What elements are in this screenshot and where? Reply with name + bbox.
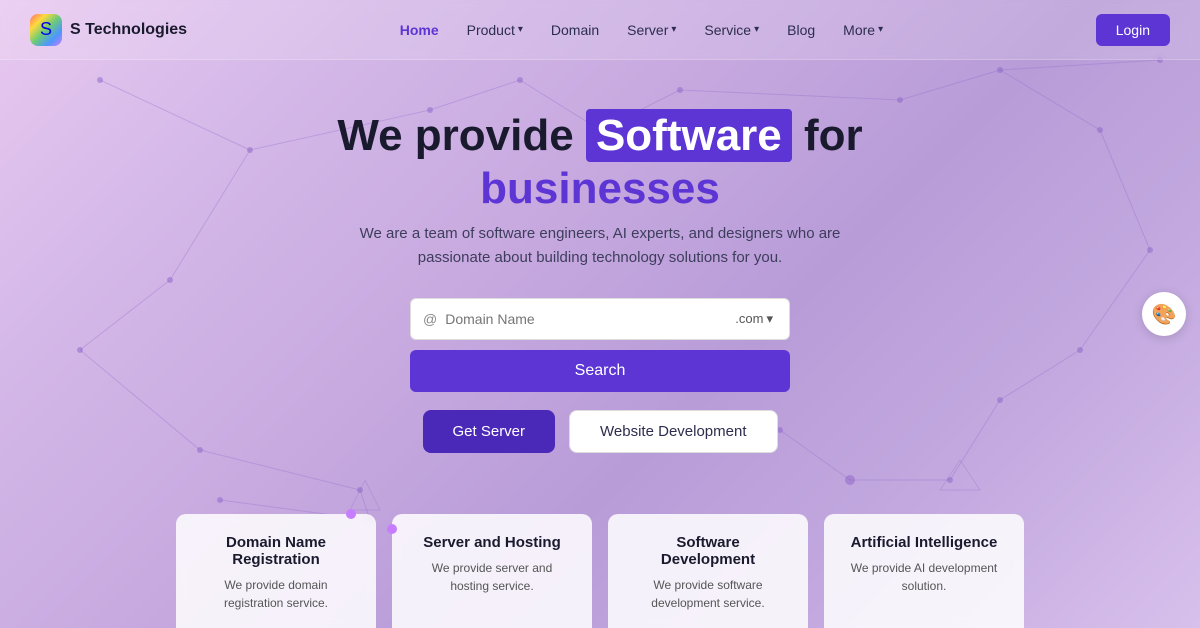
nav-item-home[interactable]: Home bbox=[388, 16, 451, 44]
service-card-server: Server and Hosting We provide server and… bbox=[392, 514, 592, 628]
navbar: S S Technologies Home Product ▾ Domain S… bbox=[0, 0, 1200, 60]
palette-button[interactable]: 🎨 bbox=[1142, 292, 1186, 336]
hero-subtitle: We are a team of software engineers, AI … bbox=[340, 222, 860, 270]
website-dev-button[interactable]: Website Development bbox=[569, 410, 777, 453]
hero-section: We provide Software for businesses We ar… bbox=[0, 60, 1200, 483]
card-title-server: Server and Hosting bbox=[412, 534, 572, 551]
brand-logo-icon: S bbox=[30, 14, 62, 46]
chevron-down-icon: ▾ bbox=[878, 24, 883, 35]
domain-search-input[interactable] bbox=[445, 311, 723, 327]
chevron-down-icon: ▾ bbox=[671, 24, 676, 35]
service-card-software: Software Development We provide software… bbox=[608, 514, 808, 628]
palette-icon: 🎨 bbox=[1152, 302, 1177, 327]
card-dot-icon bbox=[387, 524, 397, 534]
card-dot-icon bbox=[346, 509, 356, 519]
nav-item-blog[interactable]: Blog bbox=[775, 16, 827, 44]
service-card-ai: Artificial Intelligence We provide AI de… bbox=[824, 514, 1024, 628]
card-title-software: Software Development bbox=[628, 534, 788, 568]
nav-item-service[interactable]: Service ▾ bbox=[692, 16, 771, 44]
hero-title-highlight: Software bbox=[586, 109, 792, 162]
card-title-ai: Artificial Intelligence bbox=[844, 534, 1004, 551]
brand-name: S Technologies bbox=[70, 21, 187, 39]
brand-logo-link[interactable]: S S Technologies bbox=[30, 14, 187, 46]
chevron-down-icon: ▾ bbox=[754, 24, 759, 35]
get-server-button[interactable]: Get Server bbox=[423, 410, 556, 453]
service-cards-row: Domain Name Registration We provide doma… bbox=[0, 514, 1200, 628]
card-desc-server: We provide server and hosting service. bbox=[412, 559, 572, 595]
card-desc-domain: We provide domain registration service. bbox=[196, 576, 356, 612]
tld-selector[interactable]: .com ▾ bbox=[731, 309, 777, 329]
card-title-domain: Domain Name Registration bbox=[196, 534, 356, 568]
search-button[interactable]: Search bbox=[410, 350, 790, 392]
nav-item-server[interactable]: Server ▾ bbox=[615, 16, 688, 44]
chevron-down-icon: ▾ bbox=[766, 311, 773, 327]
card-desc-software: We provide software development service. bbox=[628, 576, 788, 612]
at-icon: @ bbox=[423, 311, 437, 327]
nav-menu: Home Product ▾ Domain Server ▾ Service ▾… bbox=[388, 16, 895, 44]
card-desc-ai: We provide AI development solution. bbox=[844, 559, 1004, 595]
service-card-domain: Domain Name Registration We provide doma… bbox=[176, 514, 376, 628]
hero-title-line2: businesses bbox=[337, 163, 862, 216]
chevron-down-icon: ▾ bbox=[518, 24, 523, 35]
nav-item-domain[interactable]: Domain bbox=[539, 16, 611, 44]
login-button[interactable]: Login bbox=[1096, 14, 1170, 46]
nav-item-product[interactable]: Product ▾ bbox=[455, 16, 535, 44]
hero-title: We provide Software for businesses bbox=[337, 110, 862, 216]
nav-item-more[interactable]: More ▾ bbox=[831, 16, 895, 44]
search-input-container: @ .com ▾ bbox=[410, 298, 790, 340]
search-area: @ .com ▾ Search bbox=[410, 298, 790, 392]
cta-buttons: Get Server Website Development bbox=[423, 410, 778, 453]
